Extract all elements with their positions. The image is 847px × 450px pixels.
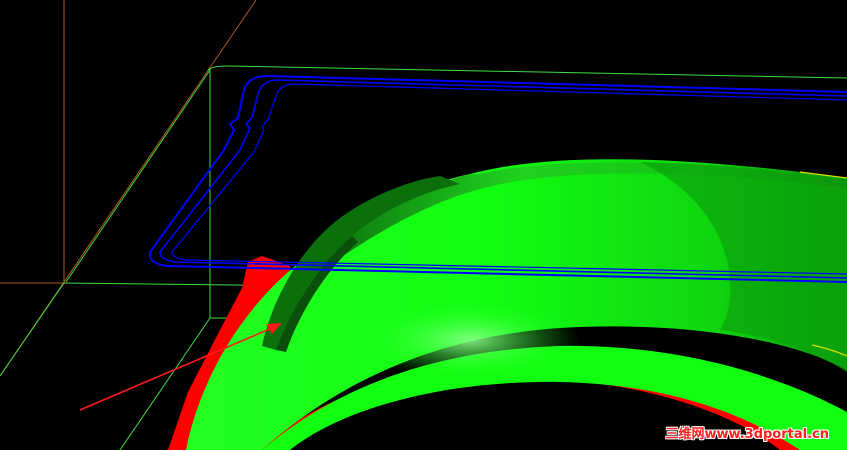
site-watermark: 三维网www.3dportal.cn bbox=[665, 427, 829, 442]
wireframe-diagonal-top bbox=[65, 69, 211, 283]
green-surface-highlight bbox=[360, 300, 580, 380]
cad-3d-viewport[interactable]: 三维网www.3dportal.cn bbox=[0, 0, 847, 450]
scene-canvas[interactable] bbox=[0, 0, 847, 450]
wireframe-diagonal-left bbox=[0, 282, 65, 377]
green-part-body bbox=[186, 159, 847, 450]
